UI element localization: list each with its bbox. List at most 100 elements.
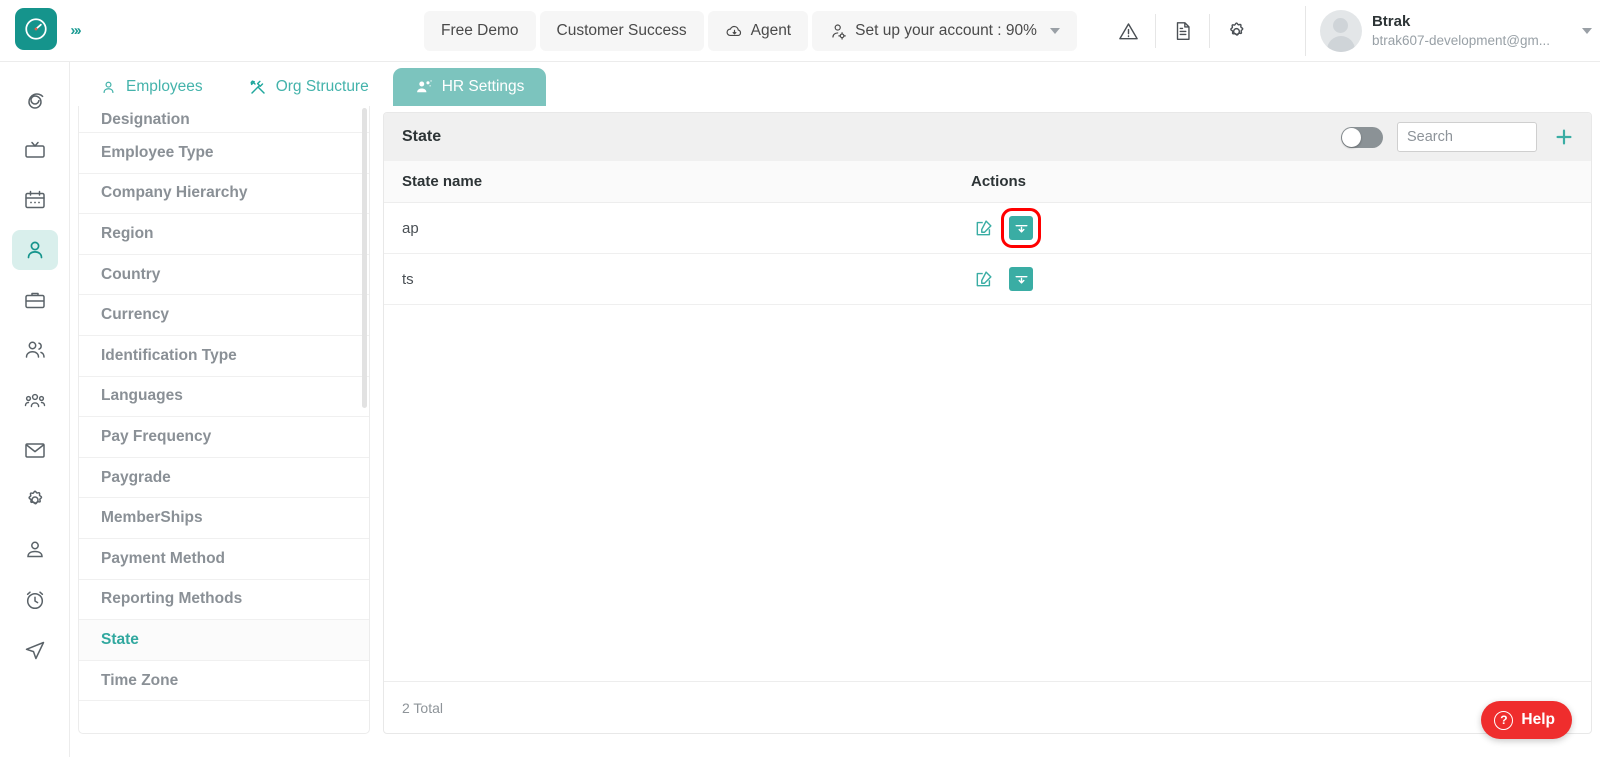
- menu-item-company-hierarchy[interactable]: Company Hierarchy: [79, 174, 369, 215]
- table-header-row: State name Actions: [384, 161, 1591, 203]
- archive-button[interactable]: [1009, 267, 1033, 291]
- settings-button[interactable]: [1209, 14, 1263, 48]
- top-nav-pills: Free Demo Customer Success Agent Set up …: [424, 11, 1077, 51]
- menu-item-reporting-methods[interactable]: Reporting Methods: [79, 580, 369, 621]
- archive-button[interactable]: [1001, 208, 1041, 248]
- user-profile-menu[interactable]: Btrak btrak607-development@gm...: [1304, 6, 1592, 56]
- tab-employees[interactable]: Employees: [78, 68, 225, 106]
- menu-item-employee-type[interactable]: Employee Type: [79, 133, 369, 174]
- menu-item-label: Pay Frequency: [101, 427, 212, 445]
- warning-button[interactable]: [1101, 14, 1155, 48]
- cell-state-name: ts: [402, 270, 414, 288]
- rail-item-hr[interactable]: [11, 230, 58, 270]
- menu-item-memberships[interactable]: MemberShips: [79, 498, 369, 539]
- rail-item-send[interactable]: [12, 630, 58, 670]
- cell-actions: [971, 208, 1591, 248]
- edit-button[interactable]: [971, 266, 997, 292]
- free-demo-button[interactable]: Free Demo: [424, 11, 536, 51]
- tv-icon: [23, 138, 47, 162]
- edit-button[interactable]: [971, 215, 997, 241]
- document-icon: [1172, 20, 1194, 42]
- spiral-icon: [23, 88, 47, 112]
- person-icon: [23, 538, 47, 562]
- caret-down-icon: [1049, 28, 1060, 34]
- menu-item-time-zone[interactable]: Time Zone: [79, 661, 369, 702]
- account-setup-label: Set up your account : 90%: [855, 22, 1037, 39]
- menu-item-currency[interactable]: Currency: [79, 295, 369, 336]
- menu-item-label: Designation: [101, 111, 190, 128]
- warning-triangle-icon: [1117, 20, 1140, 43]
- alarm-clock-icon: [23, 588, 47, 612]
- menu-item-country[interactable]: Country: [79, 255, 369, 296]
- table-footer: 2 Total: [384, 681, 1591, 733]
- archive-down-icon: [1013, 220, 1030, 237]
- send-icon: [23, 638, 47, 662]
- menu-item-label: MemberShips: [101, 509, 203, 527]
- menu-scrollbar[interactable]: [362, 108, 367, 408]
- table-row[interactable]: ts: [384, 254, 1591, 305]
- menu-item-pay-frequency[interactable]: Pay Frequency: [79, 417, 369, 458]
- chevrons-right-icon: »›: [70, 21, 81, 39]
- cell-actions: [971, 266, 1591, 292]
- tab-org-structure[interactable]: Org Structure: [226, 68, 391, 106]
- menu-item-label: Country: [101, 265, 161, 283]
- menu-item-designation[interactable]: Designation: [79, 106, 369, 133]
- menu-item-paygrade[interactable]: Paygrade: [79, 458, 369, 499]
- archive-down-icon: [1013, 271, 1030, 288]
- search-input[interactable]: [1397, 122, 1537, 152]
- menu-item-identification-type[interactable]: Identification Type: [79, 336, 369, 377]
- hr-settings-menu-scroll[interactable]: Designation Employee Type Company Hierar…: [79, 106, 369, 733]
- user-icon: [100, 79, 117, 96]
- menu-item-label: Reporting Methods: [101, 590, 243, 608]
- help-button[interactable]: ? Help: [1481, 701, 1572, 739]
- hr-tab-bar: Employees Org Structure HR Settings: [78, 68, 547, 106]
- gear-icon: [23, 488, 47, 512]
- add-state-button[interactable]: [1551, 124, 1577, 150]
- menu-item-label: State: [101, 630, 139, 648]
- rail-item-projects[interactable]: [12, 130, 58, 170]
- total-count-label: 2 Total: [402, 699, 443, 716]
- user-icon: [23, 238, 47, 262]
- menu-item-label: Employee Type: [101, 143, 214, 161]
- account-setup-dropdown[interactable]: Set up your account : 90%: [812, 11, 1077, 51]
- menu-item-state[interactable]: State: [79, 620, 369, 661]
- rail-item-profile[interactable]: [12, 530, 58, 570]
- rail-item-teams[interactable]: [12, 330, 58, 370]
- rail-item-settings[interactable]: [12, 480, 58, 520]
- tools-icon: [249, 78, 267, 96]
- menu-item-payment-method[interactable]: Payment Method: [79, 539, 369, 580]
- state-panel: State State name Actions ap: [383, 112, 1592, 734]
- archived-toggle[interactable]: [1341, 126, 1383, 148]
- rail-item-briefcase[interactable]: [12, 280, 58, 320]
- menu-item-label: Region: [101, 224, 154, 242]
- menu-item-languages[interactable]: Languages: [79, 377, 369, 418]
- agent-label: Agent: [750, 22, 792, 39]
- users-icon: [23, 338, 47, 362]
- app-logo[interactable]: [15, 8, 57, 50]
- column-header-state-name: State name: [402, 173, 483, 190]
- documents-button[interactable]: [1155, 14, 1209, 48]
- question-circle-icon: ?: [1494, 710, 1514, 730]
- rail-item-groups[interactable]: [12, 380, 58, 420]
- column-header-actions: Actions: [971, 173, 1027, 190]
- customer-success-button[interactable]: Customer Success: [539, 11, 704, 51]
- profile-caret-down-icon[interactable]: [1582, 28, 1592, 34]
- sidebar-expander-button[interactable]: »›: [57, 6, 93, 54]
- rail-item-mail[interactable]: [12, 430, 58, 470]
- agent-button[interactable]: Agent: [707, 11, 809, 51]
- help-label: Help: [1521, 711, 1555, 728]
- menu-item-label: Payment Method: [101, 549, 226, 567]
- rail-item-timer[interactable]: [12, 580, 58, 620]
- edit-pencil-icon: [974, 218, 994, 238]
- edit-pencil-icon: [974, 269, 994, 289]
- rail-item-dashboard[interactable]: [12, 80, 58, 120]
- cell-state-name: ap: [402, 219, 419, 237]
- rail-item-calendar[interactable]: [12, 180, 58, 220]
- menu-item-region[interactable]: Region: [79, 214, 369, 255]
- tab-hr-settings[interactable]: HR Settings: [392, 68, 547, 106]
- panel-header: State: [384, 113, 1591, 161]
- table-row[interactable]: ap: [384, 203, 1591, 254]
- menu-item-label: Currency: [101, 306, 170, 324]
- top-bar-icon-group: [1101, 11, 1263, 51]
- tab-org-structure-label: Org Structure: [275, 78, 369, 95]
